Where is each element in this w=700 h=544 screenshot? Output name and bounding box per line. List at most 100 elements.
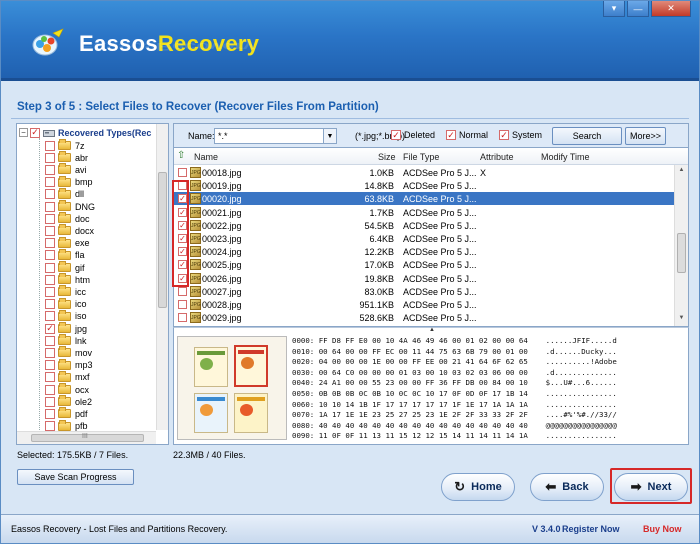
scroll-thumb[interactable] bbox=[677, 233, 686, 273]
checkbox-icon[interactable] bbox=[45, 384, 55, 395]
tree-item[interactable]: dll bbox=[45, 187, 84, 201]
row-checkbox[interactable] bbox=[178, 286, 187, 296]
file-row[interactable]: JPG 00018.jpg 1.0KB ACDSee Pro 5 J... X bbox=[174, 166, 674, 179]
collapse-icon[interactable]: − bbox=[19, 128, 28, 137]
tree-item[interactable]: htm bbox=[45, 273, 90, 286]
register-now-link[interactable]: Register Now bbox=[562, 524, 620, 534]
row-checkbox[interactable] bbox=[178, 181, 187, 191]
checkbox-icon[interactable] bbox=[45, 213, 55, 224]
checkbox-icon[interactable] bbox=[45, 274, 55, 285]
row-checkbox[interactable]: ✓ bbox=[178, 234, 187, 243]
tree-item[interactable]: ole2 bbox=[45, 395, 92, 408]
tree-item[interactable]: 7z bbox=[45, 139, 85, 152]
checkbox-icon[interactable] bbox=[45, 189, 55, 200]
minimize-button[interactable]: — bbox=[627, 1, 649, 17]
checkbox-icon[interactable] bbox=[45, 396, 55, 407]
row-checkbox[interactable]: ✓ bbox=[178, 273, 187, 283]
tree-item[interactable]: avi bbox=[45, 163, 87, 176]
checkbox-icon[interactable] bbox=[45, 201, 55, 212]
checkbox-icon[interactable] bbox=[45, 140, 55, 151]
tree-item[interactable]: mp3 bbox=[45, 358, 93, 372]
back-button[interactable]: ⬅ Back bbox=[530, 473, 604, 501]
checkbox-icon[interactable] bbox=[45, 347, 55, 358]
checkbox-icon[interactable]: ✓ bbox=[45, 323, 55, 334]
tree-vertical-scrollbar[interactable] bbox=[156, 124, 168, 430]
row-checkbox[interactable] bbox=[178, 313, 187, 323]
name-filter-input[interactable] bbox=[214, 128, 324, 144]
home-button[interactable]: ↻ Home bbox=[441, 473, 515, 501]
tree-item[interactable]: mov bbox=[45, 346, 92, 359]
tree-item[interactable]: docx bbox=[45, 224, 94, 237]
file-row[interactable]: JPG 00028.jpg 951.1KB ACDSee Pro 5 J... bbox=[174, 298, 674, 311]
row-checkbox[interactable]: ✓ bbox=[178, 207, 187, 217]
tree-item[interactable]: doc bbox=[45, 212, 90, 225]
tree-item[interactable]: exe bbox=[45, 236, 90, 250]
buy-now-link[interactable]: Buy Now bbox=[643, 524, 682, 534]
root-checkbox[interactable]: ✓ bbox=[30, 127, 40, 138]
file-row[interactable]: JPG 00019.jpg 14.8KB ACDSee Pro 5 J... bbox=[174, 179, 674, 192]
name-dropdown-arrow-icon[interactable]: ▼ bbox=[324, 128, 337, 144]
tree-item[interactable]: gif bbox=[45, 261, 85, 274]
checkbox-icon[interactable] bbox=[45, 177, 55, 188]
tree-item[interactable]: fla bbox=[45, 248, 85, 262]
more-button[interactable]: More>> bbox=[625, 127, 666, 145]
tree-item[interactable]: lnk bbox=[45, 334, 87, 347]
menu-button[interactable]: ▾ bbox=[603, 1, 625, 17]
checkbox-icon[interactable] bbox=[45, 164, 55, 175]
file-row[interactable]: ✓ JPG 00023.jpg 6.4KB ACDSee Pro 5 J... bbox=[174, 232, 674, 245]
tree-item[interactable]: DNG bbox=[45, 200, 95, 213]
splitter-handle-icon[interactable]: ▲ bbox=[422, 327, 442, 333]
row-checkbox[interactable]: ✓ bbox=[178, 260, 187, 270]
checkbox-icon[interactable] bbox=[45, 225, 55, 236]
scroll-thumb[interactable] bbox=[158, 172, 167, 308]
column-attribute[interactable]: Attribute bbox=[480, 152, 514, 162]
file-row[interactable]: ✓ JPG 00021.jpg 1.7KB ACDSee Pro 5 J... bbox=[174, 206, 674, 219]
checkbox-icon[interactable] bbox=[45, 372, 55, 383]
column-size[interactable]: Size bbox=[378, 152, 396, 162]
checkbox-icon[interactable] bbox=[45, 238, 55, 249]
deleted-checkbox[interactable]: ✓ Deleted bbox=[391, 130, 435, 140]
close-button[interactable]: ✕ bbox=[651, 1, 691, 17]
tree-item[interactable]: iso bbox=[45, 309, 87, 323]
checkbox-icon[interactable]: ✓ bbox=[499, 130, 509, 140]
file-row[interactable]: ✓ JPG 00020.jpg 63.8KB ACDSee Pro 5 J... bbox=[174, 192, 674, 206]
tree-item[interactable]: ocx bbox=[45, 383, 89, 396]
checkbox-icon[interactable] bbox=[45, 408, 55, 419]
scroll-down-icon[interactable]: ▼ bbox=[677, 315, 686, 324]
column-name[interactable]: Name bbox=[194, 152, 218, 162]
checkbox-icon[interactable]: ✓ bbox=[391, 130, 401, 140]
normal-checkbox[interactable]: ✓ Normal bbox=[446, 130, 488, 140]
tree-item[interactable]: ico bbox=[45, 297, 87, 311]
tree-item[interactable]: mxf bbox=[45, 370, 90, 384]
checkbox-icon[interactable] bbox=[45, 286, 55, 297]
up-folder-icon[interactable]: ⇧ bbox=[177, 150, 189, 162]
tree-item[interactable]: pdf bbox=[45, 407, 88, 420]
tree-item[interactable]: abr bbox=[45, 151, 88, 164]
file-row[interactable]: JPG 00027.jpg 83.0KB ACDSee Pro 5 J... bbox=[174, 285, 674, 298]
list-vertical-scrollbar[interactable]: ▲ ▼ bbox=[674, 165, 688, 326]
row-checkbox[interactable] bbox=[178, 300, 187, 309]
file-type-tree[interactable]: − ✓ Recovered Types(Rec 7z abr avi bmp dll DN… bbox=[16, 123, 169, 445]
checkbox-icon[interactable] bbox=[45, 335, 55, 346]
tree-item[interactable]: ✓ jpg bbox=[45, 322, 87, 335]
file-row[interactable]: ✓ JPG 00026.jpg 19.8KB ACDSee Pro 5 J... bbox=[174, 272, 674, 285]
scroll-thumb[interactable]: III bbox=[31, 433, 144, 442]
row-checkbox[interactable]: ✓ bbox=[178, 247, 187, 257]
checkbox-icon[interactable]: ✓ bbox=[446, 130, 456, 140]
checkbox-icon[interactable] bbox=[45, 421, 55, 432]
system-checkbox[interactable]: ✓ System bbox=[499, 130, 542, 140]
save-scan-progress-button[interactable]: Save Scan Progress bbox=[17, 469, 134, 485]
checkbox-icon[interactable] bbox=[45, 152, 55, 163]
checkbox-icon[interactable] bbox=[45, 299, 55, 310]
file-row[interactable]: ✓ JPG 00024.jpg 12.2KB ACDSee Pro 5 J... bbox=[174, 245, 674, 258]
checkbox-icon[interactable] bbox=[45, 311, 55, 322]
column-file-type[interactable]: File Type bbox=[403, 152, 439, 162]
row-checkbox[interactable]: ✓ bbox=[178, 194, 187, 204]
tree-item[interactable]: bmp bbox=[45, 175, 93, 189]
row-checkbox[interactable]: ✓ bbox=[178, 220, 187, 230]
file-row[interactable]: JPG 00029.jpg 528.6KB ACDSee Pro 5 J... bbox=[174, 311, 674, 324]
checkbox-icon[interactable] bbox=[45, 250, 55, 261]
file-list[interactable]: ⇧ Name Size File Type Attribute Modify T… bbox=[173, 147, 689, 327]
column-modify-time[interactable]: Modify Time bbox=[541, 152, 590, 162]
file-row[interactable]: ✓ JPG 00025.jpg 17.0KB ACDSee Pro 5 J... bbox=[174, 258, 674, 271]
